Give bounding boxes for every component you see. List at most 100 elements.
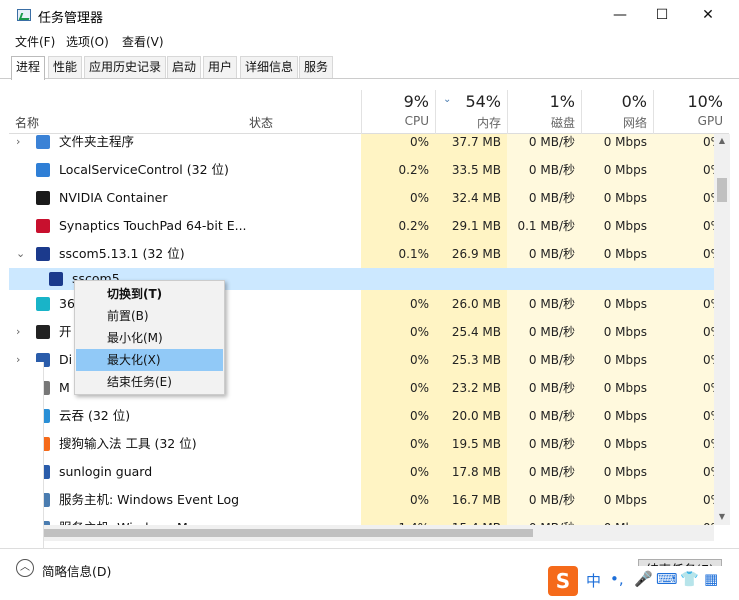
microphone-icon[interactable]: 🎤 — [634, 570, 653, 588]
process-row[interactable]: ⌄ sscom5.13.1 (32 位) 0.1% 26.9 MB 0 MB/秒 0 Mb… — [9, 240, 714, 268]
horizontal-scroll-thumb[interactable] — [23, 529, 533, 537]
minimize-button[interactable]: — — [597, 0, 643, 30]
column-header: 名称 状态 9% CPU ⌄ 54% 内存 1% 磁盘 0% 网络 10% GP… — [9, 90, 729, 134]
cell-net: 0 Mbps — [581, 374, 653, 402]
column-status[interactable]: 状态 — [249, 114, 273, 131]
sogou-logo-icon[interactable]: S — [548, 566, 578, 596]
shirt-icon[interactable]: 👕 — [680, 570, 699, 588]
menu-maximize[interactable]: 最大化(X) — [76, 349, 223, 371]
process-row[interactable]: sunlogin guard0%17.8 MB0 MB/秒0 Mbps0% — [9, 458, 714, 486]
tab-startup[interactable]: 启动 — [167, 56, 202, 78]
cell-mem: 26.9 MB — [435, 240, 507, 268]
cell-net — [581, 268, 653, 290]
menu-switch-to[interactable]: 切换到(T) — [76, 283, 223, 305]
nvidia-icon — [36, 191, 50, 205]
gpu-label: GPU — [697, 114, 723, 128]
task-manager-icon — [17, 9, 31, 21]
scroll-down-icon[interactable]: ▼ — [714, 512, 730, 521]
process-row[interactable]: ›服务主机: Windows Manage...1.4%15.4 MB0 MB/… — [9, 514, 714, 525]
cell-mem: 37.7 MB — [435, 134, 507, 156]
tab-performance[interactable]: 性能 — [48, 56, 83, 78]
column-gpu[interactable]: 10% GPU — [653, 90, 729, 134]
cell-cpu: 0% — [361, 430, 435, 458]
cell-cpu: 0.1% — [361, 240, 435, 268]
cell-gpu: 0% — [653, 514, 714, 525]
menu-bring-to-front[interactable]: 前置(B) — [76, 305, 223, 327]
tab-services[interactable]: 服务 — [299, 56, 334, 78]
sscom-icon — [49, 272, 63, 286]
process-row[interactable]: ›服务主机: Windows Event Log0%16.7 MB0 MB/秒0… — [9, 486, 714, 514]
tab-app-history[interactable]: 应用历史记录 — [84, 56, 167, 78]
cell-mem: 20.0 MB — [435, 402, 507, 430]
cell-net: 0 Mbps — [581, 212, 653, 240]
process-row[interactable]: ›文件夹主程序0%37.7 MB0 MB/秒0 Mbps0% — [9, 134, 714, 156]
scroll-up-icon[interactable]: ▲ — [714, 136, 730, 145]
process-row[interactable]: NVIDIA Container0%32.4 MB0 MB/秒0 Mbps0% — [9, 184, 714, 212]
cell-cpu — [361, 268, 435, 290]
menu-file[interactable]: 文件(F) — [15, 33, 55, 50]
process-name: 服务主机: Windows Event Log — [59, 492, 240, 507]
tab-details[interactable]: 详细信息 — [240, 56, 299, 78]
maximize-button[interactable]: ☐ — [639, 0, 685, 30]
window-icon — [36, 325, 50, 339]
column-cpu[interactable]: 9% CPU — [361, 90, 435, 134]
cell-mem: 25.4 MB — [435, 318, 507, 346]
gpu-total: 10% — [687, 92, 723, 111]
vertical-scrollbar[interactable]: ▲ ▼ — [714, 134, 730, 525]
cell-mem: 15.4 MB — [435, 514, 507, 525]
column-disk[interactable]: 1% 磁盘 — [507, 90, 581, 134]
cell-gpu: 0% — [653, 212, 714, 240]
fewer-details-link[interactable]: 简略信息(D) — [42, 561, 111, 580]
column-name[interactable]: 名称 — [15, 114, 39, 131]
process-row[interactable]: Synaptics TouchPad 64-bit E... 0.2% 29.1 M… — [9, 212, 714, 240]
process-row[interactable]: LocalServiceControl (32 位) 0.2% 33.5 MB 0 M… — [9, 156, 714, 184]
process-name: LocalServiceControl (32 位) — [59, 162, 229, 177]
vertical-scroll-thumb[interactable] — [717, 178, 727, 202]
cell-mem: 19.5 MB — [435, 430, 507, 458]
memory-label: 内存 — [476, 116, 501, 130]
close-button[interactable]: ✕ — [685, 0, 731, 30]
cell-cpu: 0% — [361, 184, 435, 212]
expand-chevron-icon[interactable]: › — [16, 318, 20, 346]
window-title: 任务管理器 — [38, 11, 104, 26]
process-name: 搜狗输入法 工具 (32 位) — [59, 436, 197, 451]
cell-net: 0 Mbps — [581, 184, 653, 212]
keyboard-icon[interactable]: ⌨ — [656, 570, 678, 588]
expand-chevron-icon[interactable]: › — [16, 134, 20, 156]
context-menu: 切换到(T) 前置(B) 最小化(M) 最大化(X) 结束任务(E) — [74, 280, 225, 395]
menu-end-task[interactable]: 结束任务(E) — [76, 371, 223, 393]
expand-chevron-icon[interactable]: ⌄ — [16, 240, 25, 268]
cell-gpu: 0% — [653, 290, 714, 318]
tab-users[interactable]: 用户 — [203, 56, 238, 78]
cell-disk — [507, 268, 581, 290]
cell-mem: 23.2 MB — [435, 374, 507, 402]
network-total: 0% — [621, 92, 647, 111]
cell-gpu: 0% — [653, 458, 714, 486]
tab-bar: 进程 性能 应用历史记录 启动 用户 详细信息 服务 — [0, 55, 739, 80]
menu-view[interactable]: 查看(V) — [122, 33, 164, 50]
ime-mode[interactable]: 中 — [586, 570, 601, 591]
sort-arrow-icon: ⌄ — [443, 94, 452, 105]
cell-disk: 0 MB/秒 — [507, 486, 581, 514]
horizontal-scrollbar[interactable] — [9, 525, 714, 541]
folder-icon — [36, 135, 50, 149]
chevron-up-icon[interactable]: ︿ — [16, 559, 34, 577]
column-memory[interactable]: ⌄ 54% 内存 — [435, 90, 507, 134]
process-row[interactable]: 搜狗输入法 工具 (32 位)0%19.5 MB0 MB/秒0 Mbps0% — [9, 430, 714, 458]
cell-net: 0 Mbps — [581, 156, 653, 184]
menu-minimize[interactable]: 最小化(M) — [76, 327, 223, 349]
grid-icon[interactable]: ▦ — [704, 570, 718, 588]
synaptics-icon — [36, 219, 50, 233]
cell-disk: 0 MB/秒 — [507, 430, 581, 458]
column-network[interactable]: 0% 网络 — [581, 90, 653, 134]
cell-net: 0 Mbps — [581, 514, 653, 525]
cell-net: 0 Mbps — [581, 318, 653, 346]
cell-gpu: 0% — [653, 240, 714, 268]
tab-processes[interactable]: 进程 — [11, 56, 46, 80]
cell-disk: 0 MB/秒 — [507, 290, 581, 318]
menu-options[interactable]: 选项(O) — [66, 33, 109, 50]
cell-cpu: 0% — [361, 486, 435, 514]
process-row[interactable]: 云吞 (32 位)0%20.0 MB0 MB/秒0 Mbps0% — [9, 402, 714, 430]
ime-punct[interactable]: •, — [610, 570, 624, 588]
process-name: 服务主机: Windows Manage... — [59, 514, 239, 525]
